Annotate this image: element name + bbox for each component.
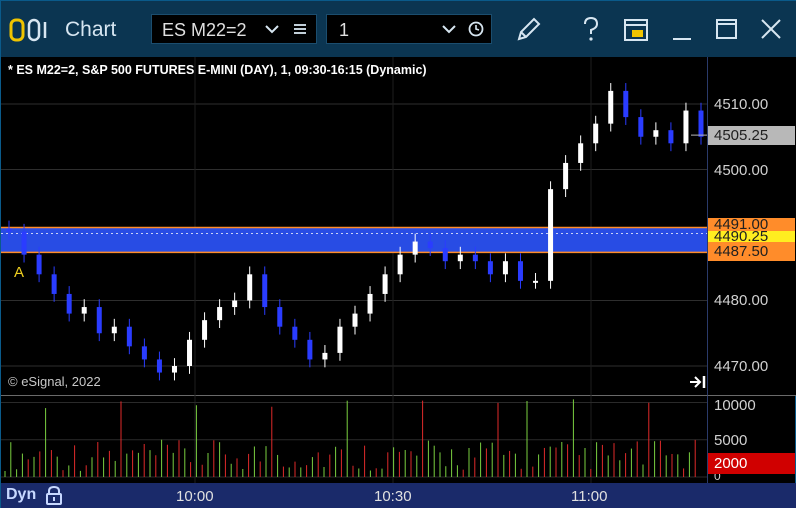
- candle-body: [382, 274, 388, 294]
- help-icon[interactable]: [579, 15, 603, 45]
- candle-body: [187, 339, 193, 366]
- candle-body: [307, 339, 313, 360]
- candle-body: [487, 261, 493, 275]
- candle-body: [472, 254, 478, 262]
- watermark: © eSignal, 2022: [8, 374, 101, 389]
- chevron-down-icon[interactable]: [442, 24, 456, 34]
- menu-icon[interactable]: [293, 23, 307, 35]
- candle-body: [111, 326, 117, 334]
- candle-body: [457, 254, 463, 262]
- candle-body: [337, 326, 343, 353]
- scroll-to-end-icon[interactable]: [689, 375, 707, 389]
- candle-body: [292, 326, 298, 340]
- candle-body: [367, 293, 373, 314]
- candle-body: [502, 261, 508, 275]
- candle-body: [578, 143, 584, 163]
- band-mid-tag: 4490.25: [708, 231, 795, 242]
- candle-body: [563, 162, 569, 190]
- symbol-value: ES M22=2: [162, 20, 247, 40]
- candle-body: [608, 90, 614, 124]
- candle-body: [171, 366, 177, 373]
- clock-icon[interactable]: [468, 21, 484, 37]
- title-bar: Chart ES M22=2 1: [1, 1, 796, 57]
- time-tick-label: 11:00: [571, 488, 608, 505]
- price-tick-label: 4500.00: [714, 162, 769, 179]
- candle-body: [247, 274, 253, 301]
- candle-body: [638, 117, 644, 137]
- candle-body: [202, 320, 208, 340]
- candle-body: [397, 254, 403, 275]
- minimize-icon[interactable]: [671, 17, 693, 43]
- time-tick-label: 10:00: [176, 488, 214, 505]
- candle-body: [126, 326, 132, 347]
- price-tick-label: 4480.00: [714, 292, 769, 309]
- candle-body: [412, 241, 418, 255]
- symbol-selector[interactable]: ES M22=2: [151, 14, 317, 44]
- volume-tick-label: 10000: [714, 397, 756, 414]
- candle-body: [668, 130, 674, 144]
- last-volume-tag: 2000: [708, 453, 795, 474]
- app-logo-icon: [9, 18, 47, 42]
- candle-body: [683, 110, 689, 144]
- window-layout-icon[interactable]: [623, 17, 649, 43]
- candle-body: [66, 293, 72, 314]
- price-band: [1, 227, 707, 253]
- marker-label: A: [14, 264, 24, 281]
- candle-body: [548, 189, 554, 281]
- candle-body: [653, 130, 659, 137]
- chart-header: * ES M22=2, S&P 500 FUTURES E-MINI (DAY)…: [8, 63, 427, 77]
- chevron-down-icon[interactable]: [265, 24, 279, 34]
- lock-icon[interactable]: [45, 485, 63, 506]
- candle-body: [322, 352, 328, 360]
- price-tick-label: 4470.00: [714, 358, 769, 375]
- candle-body: [623, 90, 629, 118]
- candle-body: [6, 228, 12, 232]
- candle-body: [698, 110, 704, 137]
- candle-body: [141, 346, 147, 360]
- interval-selector[interactable]: 1: [326, 14, 492, 44]
- pencil-icon[interactable]: [513, 15, 543, 45]
- candle-body: [593, 123, 599, 144]
- close-icon[interactable]: [759, 17, 783, 41]
- candle-body: [51, 274, 57, 294]
- candle-body: [21, 231, 27, 255]
- time-tick-label: 10:30: [374, 488, 412, 505]
- mode-label[interactable]: Dyn: [6, 486, 36, 504]
- interval-value: 1: [339, 20, 350, 40]
- candle-body: [277, 307, 283, 327]
- candle-body: [232, 300, 238, 308]
- band-top-tag: 4491.00: [708, 218, 795, 231]
- candle-body: [36, 254, 42, 275]
- band-bottom-tag: 4487.50: [708, 242, 795, 261]
- candle-body: [533, 280, 539, 283]
- chart-plot: A: [1, 57, 707, 483]
- last-price-tag: 4505.25: [708, 126, 795, 145]
- candle-body: [217, 307, 223, 321]
- volume-tick-label: 5000: [714, 432, 748, 449]
- candle-body: [517, 261, 523, 281]
- candle-body: [427, 241, 433, 249]
- candle-body: [352, 313, 358, 327]
- window-title: Chart: [65, 18, 117, 41]
- candle-body: [442, 248, 448, 262]
- price-tick-label: 4510.00: [714, 96, 769, 113]
- candle-body: [96, 307, 102, 334]
- chart-window: Chart ES M22=2 1 A * ES M22=2, S&P 500 F…: [0, 0, 796, 508]
- candle-body: [81, 307, 87, 314]
- candle-body: [262, 274, 268, 308]
- candle-body: [156, 359, 162, 373]
- maximize-icon[interactable]: [715, 17, 739, 41]
